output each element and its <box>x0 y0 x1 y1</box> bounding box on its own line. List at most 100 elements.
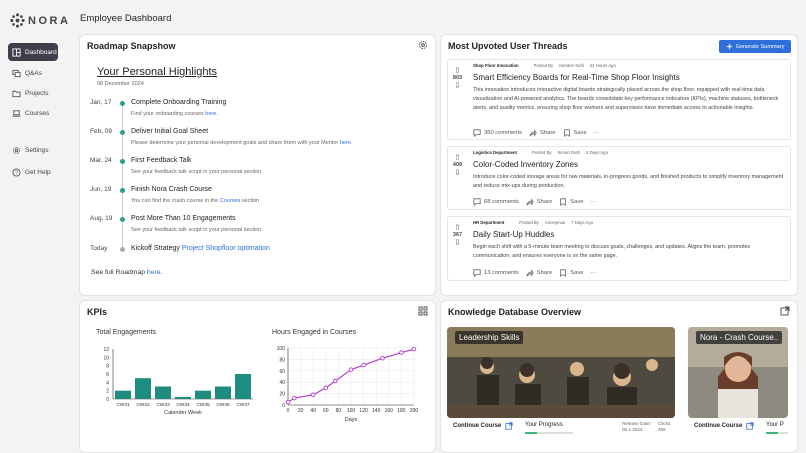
knowledge-card: Knowledge Database Overview Leadership S… <box>440 300 798 453</box>
highlights-title[interactable]: Your Personal Highlights <box>97 66 217 78</box>
timeline-date: Mar, 24 <box>90 157 112 164</box>
x-tick-label: CW33 <box>156 402 170 408</box>
today-title-text: Kickoff Strategy <box>131 245 182 252</box>
thread-title[interactable]: Color-Coded Inventory Zones <box>473 160 578 169</box>
bookmark-icon <box>560 269 567 277</box>
chart-title: Hours Engaged in Courses <box>272 329 357 336</box>
thread-meta: Logistics Department Posted By Simon Ruth 3… <box>473 150 614 155</box>
bar <box>115 390 131 399</box>
y-tick-label: 8 <box>106 364 109 370</box>
timeline-sub: Find your onboarding courses here. <box>131 111 218 117</box>
settings-gear-icon[interactable] <box>418 40 428 50</box>
progress-track <box>766 432 788 434</box>
sidebar-item-courses[interactable]: Courses <box>8 104 58 122</box>
y-tick-label: 100 <box>277 346 286 352</box>
sidebar-item-label: Q&As <box>25 69 42 77</box>
full-roadmap-after: . <box>160 269 163 276</box>
timeline-date: Feb, 09 <box>90 128 113 135</box>
x-tick-label: 0 <box>287 408 290 414</box>
course-card-crash[interactable]: Nora - Crash Course.. <box>688 327 788 418</box>
thread-card[interactable]: ⇧ 367 ⇩ HR Department Posted By Anonymus 7 Da… <box>447 216 791 281</box>
timeline-title: Finish Nora Crash Course <box>131 186 212 193</box>
share-button[interactable]: Share <box>529 129 556 137</box>
downvote-icon[interactable]: ⇩ <box>451 168 464 177</box>
thread-title[interactable]: Daily Start-Up Huddles <box>473 230 554 239</box>
gear-icon <box>13 146 20 154</box>
vote-control: ⇧ 803 ⇩ <box>451 66 464 90</box>
page-title: Employee Dashboard <box>80 13 172 24</box>
upvote-icon[interactable]: ⇧ <box>451 153 464 162</box>
comments-button[interactable]: 13 comments <box>473 269 519 277</box>
comments-button[interactable]: 68 comments <box>473 198 519 206</box>
generate-summary-button[interactable]: Generate Summary <box>719 40 791 53</box>
more-options-icon[interactable]: ··· <box>590 199 596 205</box>
bar <box>175 396 191 399</box>
comment-icon <box>473 198 481 206</box>
downvote-icon[interactable]: ⇩ <box>451 238 464 247</box>
progress-label: Your Progress <box>525 422 563 428</box>
save-label: Save <box>570 199 584 205</box>
y-tick-label: 40 <box>279 380 285 386</box>
bar <box>195 390 211 399</box>
timeline-dot <box>120 247 125 252</box>
comments-button[interactable]: 360 comments <box>473 129 522 137</box>
release-info: Release Date: 06.1.2023 <box>622 421 651 433</box>
timeline-dot <box>120 159 125 164</box>
chart-title: Total Engagements <box>96 329 156 336</box>
more-options-icon[interactable]: ··· <box>594 130 600 136</box>
thread-title[interactable]: Smart Efficiency Boards for Real-Time Sh… <box>473 73 680 82</box>
timeline-link[interactable]: here <box>340 140 351 146</box>
sidebar-item-help[interactable]: ? Get Help <box>8 163 58 181</box>
timeline-dot <box>120 217 125 222</box>
x-tick-label: 160 <box>385 408 394 414</box>
share-button[interactable]: Share <box>526 198 552 206</box>
y-tick-label: 60 <box>279 369 285 375</box>
y-tick-label: 0 <box>282 403 285 409</box>
share-button[interactable]: Share <box>526 269 552 277</box>
continue-course-button[interactable]: Continue Course <box>453 422 513 430</box>
timeline-link[interactable]: here <box>205 111 216 117</box>
collapse-sidebar-icon[interactable]: ‹ <box>61 15 64 26</box>
full-roadmap-link[interactable]: here <box>147 269 161 276</box>
open-external-icon[interactable] <box>780 306 790 316</box>
save-button[interactable]: Save <box>559 269 583 277</box>
timeline-title: Kickoff Strategy Project Shopfloor optim… <box>131 245 270 252</box>
sidebar-item-projects[interactable]: Projects <box>8 84 58 102</box>
continue-course-label: Continue Course <box>453 423 502 429</box>
comments-label: 13 comments <box>484 270 519 276</box>
thread-card[interactable]: ⇧ 803 ⇩ Shop Floor Innovation Posted By Kars… <box>447 59 791 140</box>
knowledge-title: Knowledge Database Overview <box>448 307 582 317</box>
sidebar-item-label: Courses <box>25 109 50 117</box>
course-tag: Nora - Crash Course.. <box>696 331 783 344</box>
sidebar-item-qas[interactable]: Q&As <box>8 64 58 82</box>
open-link-icon <box>505 422 513 430</box>
share-label: Share <box>536 270 553 276</box>
comment-icon <box>473 129 481 137</box>
comment-icon <box>473 269 481 277</box>
continue-course-button[interactable]: Continue Course <box>694 422 754 430</box>
x-tick-label: CW36 <box>216 402 230 408</box>
timeline-date: Today <box>90 245 108 252</box>
timeline-link[interactable]: Courses <box>220 198 240 204</box>
upvote-icon[interactable]: ⇧ <box>451 223 464 232</box>
sidebar-item-settings[interactable]: Settings <box>8 141 58 159</box>
sidebar-item-dashboard[interactable]: Dashboard <box>8 43 58 61</box>
more-options-icon[interactable]: ··· <box>590 270 596 276</box>
project-link[interactable]: Project Shopfloor optimation <box>182 245 270 252</box>
thread-card[interactable]: ⇧ 409 ⇩ Logistics Department Posted By Simon… <box>447 146 791 210</box>
sidebar-item-label: Get Help <box>25 168 51 176</box>
y-tick-label: 12 <box>103 347 109 353</box>
kpis-card: KPIs Total Engagements 0 2 4 6 8 10 12 CW31 CW32 C… <box>79 300 436 453</box>
downvote-icon[interactable]: ⇩ <box>451 81 464 90</box>
clicks-count: 486 <box>658 427 666 432</box>
data-point <box>285 399 291 405</box>
save-button[interactable]: Save <box>563 129 587 137</box>
sidebar-item-label: Dashboard <box>25 48 57 56</box>
grid-layout-icon[interactable] <box>418 306 428 316</box>
save-button[interactable]: Save <box>559 198 583 206</box>
chat-icon <box>12 69 21 77</box>
share-label: Share <box>536 199 553 205</box>
x-tick-label: 80 <box>336 408 342 414</box>
course-card-leadership[interactable]: Leadership Skills <box>447 327 675 418</box>
upvote-icon[interactable]: ⇧ <box>451 66 464 75</box>
